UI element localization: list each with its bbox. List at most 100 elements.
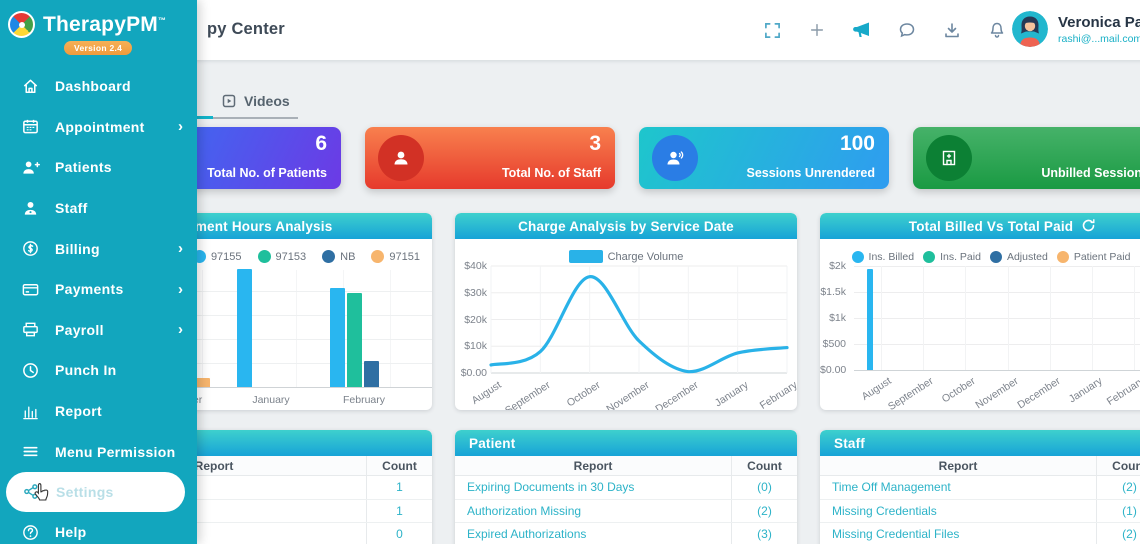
y-axis-tick: $20k bbox=[464, 313, 487, 326]
user-email: rashi@...mail.com bbox=[1058, 32, 1140, 45]
legend-item[interactable]: NB bbox=[322, 250, 355, 263]
chevron-right-icon: › bbox=[178, 240, 183, 258]
table-row[interactable]: Time Off Management (2) bbox=[820, 476, 1140, 500]
announcement-icon[interactable] bbox=[852, 20, 872, 40]
chart-bar bbox=[364, 361, 379, 387]
charge-analysis-title: Charge Analysis by Service Date bbox=[455, 213, 797, 239]
y-axis-tick: $0.00 bbox=[820, 364, 847, 376]
user-menu[interactable]: Veronica Pa rashi@...mail.com bbox=[1012, 11, 1140, 47]
sidebar-item-settings[interactable]: Settings bbox=[6, 471, 185, 512]
report-icon bbox=[20, 401, 40, 421]
patients-icon bbox=[20, 157, 40, 177]
menu-icon bbox=[20, 442, 40, 462]
sidebar-item-report[interactable]: Report bbox=[0, 391, 197, 432]
card-label: Unbilled Sessions bbox=[1041, 166, 1140, 180]
logo-icon bbox=[8, 11, 35, 38]
tab-videos-label: Videos bbox=[244, 93, 290, 109]
staff-icon bbox=[378, 135, 424, 181]
y-axis-tick: $40k bbox=[464, 260, 487, 272]
stat-card-sessions-unrendered: 100 Sessions Unrendered bbox=[639, 127, 889, 189]
download-icon[interactable] bbox=[942, 20, 962, 40]
legend-item[interactable]: 97151 bbox=[371, 250, 420, 263]
payroll-icon bbox=[20, 320, 40, 340]
chart-bar bbox=[237, 269, 252, 387]
sidebar-item-billing[interactable]: Billing › bbox=[0, 228, 197, 269]
help-icon bbox=[20, 522, 40, 542]
card-value: 100 bbox=[839, 132, 875, 155]
legend-item[interactable]: 97153 bbox=[257, 250, 306, 263]
calendar-icon bbox=[20, 117, 40, 137]
billed-panel: Total Billed Vs Total Paid Ins. Billed I… bbox=[820, 213, 1140, 410]
sidebar-item-appointment[interactable]: Appointment › bbox=[0, 107, 197, 148]
x-axis-label: February bbox=[342, 394, 385, 406]
fullscreen-icon[interactable] bbox=[762, 20, 782, 40]
video-icon bbox=[222, 94, 236, 108]
user-name: Veronica Pa bbox=[1058, 13, 1140, 31]
sidebar-menu: Dashboard Appointment › Patients Staff B… bbox=[0, 66, 197, 544]
settings-icon bbox=[21, 482, 41, 502]
chart-bar bbox=[195, 377, 210, 387]
table-row[interactable]: Missing Credential Files (2) bbox=[820, 523, 1140, 544]
y-axis-tick: $500 bbox=[822, 338, 846, 350]
x-axis-label: January bbox=[252, 394, 290, 406]
staff-icon bbox=[20, 198, 40, 218]
charge-analysis-panel: Charge Analysis by Service Date Charge V… bbox=[455, 213, 797, 410]
sidebar-item-punch-in[interactable]: Punch In bbox=[0, 350, 197, 391]
card-value: 3 bbox=[589, 132, 601, 155]
tab-videos[interactable]: Videos bbox=[222, 93, 290, 109]
add-icon[interactable] bbox=[807, 20, 827, 40]
sidebar-item-dashboard[interactable]: Dashboard bbox=[0, 66, 197, 107]
chat-icon[interactable] bbox=[897, 20, 917, 40]
avatar bbox=[1012, 11, 1048, 47]
table-column-headers: Report Count bbox=[455, 456, 797, 476]
sidebar: TherapyPM™ Version 2.4 Dashboard Appoint… bbox=[0, 0, 197, 544]
clock-icon bbox=[20, 360, 40, 380]
sidebar-item-payroll[interactable]: Payroll › bbox=[0, 310, 197, 351]
table-row[interactable]: Expiring Documents in 30 Days (0) bbox=[455, 476, 797, 500]
table-column-headers: Report Count bbox=[820, 456, 1140, 476]
y-axis-tick: $1.5k bbox=[820, 286, 846, 298]
sidebar-item-patients[interactable]: Patients bbox=[0, 147, 197, 188]
billed-title: Total Billed Vs Total Paid bbox=[820, 213, 1140, 239]
y-axis-tick: $30k bbox=[464, 286, 487, 299]
y-axis-tick: $10k bbox=[464, 340, 487, 353]
app-logo[interactable]: TherapyPM™ bbox=[0, 0, 197, 38]
stat-card-staff: 3 Total No. of Staff bbox=[365, 127, 615, 189]
chevron-right-icon: › bbox=[178, 118, 183, 136]
card-label: Total No. of Patients bbox=[207, 166, 327, 180]
chart-bar bbox=[330, 287, 345, 387]
chart-bar bbox=[347, 292, 362, 387]
y-axis-tick: $0.00 bbox=[460, 367, 487, 379]
card-value: 6 bbox=[315, 132, 327, 155]
chevron-right-icon: › bbox=[178, 280, 183, 298]
patient-table-panel: Patient Report Count Expiring Documents … bbox=[455, 430, 797, 544]
sidebar-item-menu-permission[interactable]: Menu Permission bbox=[0, 431, 197, 472]
building-icon bbox=[926, 135, 972, 181]
payments-icon bbox=[20, 279, 40, 299]
stat-card-unbilled-sessions: Unbilled Sessions bbox=[913, 127, 1140, 189]
notification-bell-icon[interactable] bbox=[987, 20, 1007, 40]
table-row[interactable]: Expired Authorizations (3) bbox=[455, 523, 797, 544]
stat-cards-row: 6 Total No. of Patients 3 Total No. of S… bbox=[91, 127, 1140, 189]
sidebar-item-staff[interactable]: Staff bbox=[0, 188, 197, 229]
table-row[interactable]: Missing Credentials (1) bbox=[820, 499, 1140, 523]
card-label: Sessions Unrendered bbox=[746, 166, 875, 180]
chart-bar bbox=[867, 268, 874, 370]
y-axis-tick: $2k bbox=[829, 260, 846, 272]
home-icon bbox=[20, 76, 40, 96]
card-label: Total No. of Staff bbox=[501, 166, 601, 180]
chevron-right-icon: › bbox=[178, 321, 183, 339]
table-row[interactable]: Authorization Missing (2) bbox=[455, 499, 797, 523]
sidebar-item-help[interactable]: Help bbox=[0, 512, 197, 544]
staff-table-panel: Staff Report Count Time Off Management (… bbox=[820, 430, 1140, 544]
page-title: py Center bbox=[207, 20, 285, 38]
table-title: Staff bbox=[820, 430, 1140, 456]
billing-icon bbox=[20, 239, 40, 259]
y-axis-tick: $1k bbox=[829, 312, 846, 324]
table-title: Patient bbox=[455, 430, 797, 456]
version-badge: Version 2.4 bbox=[64, 41, 133, 55]
refresh-icon[interactable] bbox=[1081, 218, 1096, 236]
header-actions bbox=[762, 0, 1007, 60]
sidebar-item-payments[interactable]: Payments › bbox=[0, 269, 197, 310]
legend-item[interactable]: 97155 bbox=[192, 250, 242, 263]
